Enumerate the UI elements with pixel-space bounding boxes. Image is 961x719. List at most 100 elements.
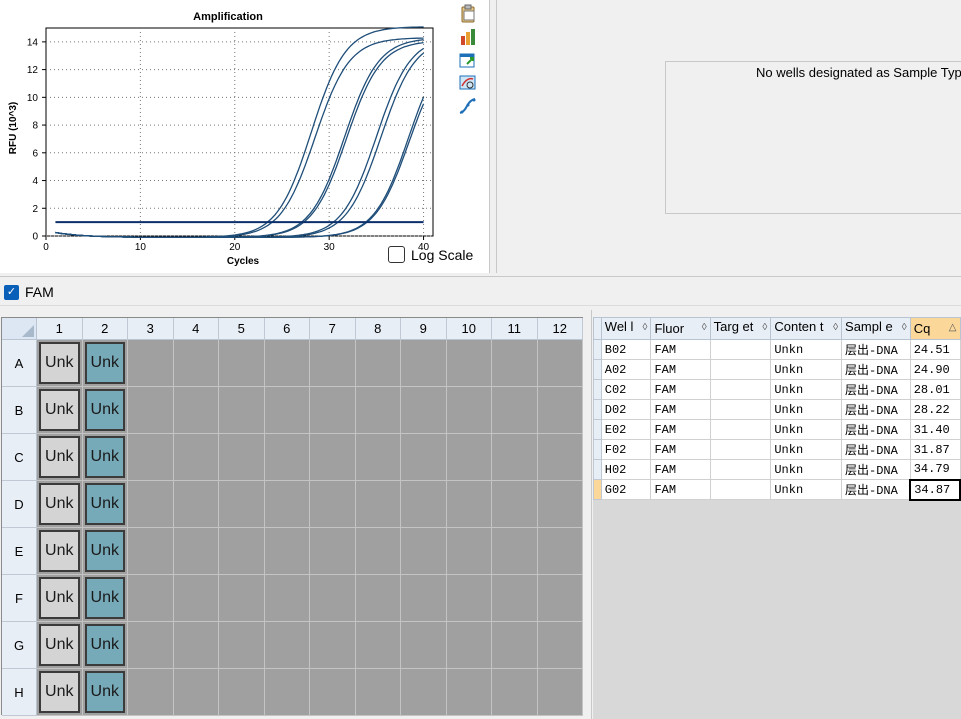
cell-fluor[interactable]: FAM [650, 339, 711, 360]
plate-well-E10[interactable] [446, 528, 492, 575]
log-scale-toggle[interactable]: Log Scale [388, 246, 473, 263]
column-header-sample[interactable]: Sampl e ◊ [841, 317, 911, 340]
row-selector[interactable] [593, 359, 602, 380]
plate-well-C10[interactable] [446, 434, 492, 481]
plate-well-H12[interactable] [537, 669, 583, 716]
cell-sample[interactable]: 层出-DNA [841, 419, 911, 440]
plate-well-A5[interactable] [219, 340, 265, 387]
log-scale-checkbox[interactable] [388, 246, 405, 263]
cell-fluor[interactable]: FAM [650, 399, 711, 420]
plate-well-G1[interactable]: Unk [37, 622, 83, 669]
cell-cq[interactable]: 28.01 [909, 379, 961, 400]
plate-well-G9[interactable] [401, 622, 447, 669]
plate-well-F10[interactable] [446, 575, 492, 622]
cell-cq[interactable]: 34.87 [909, 478, 961, 501]
panel-splitter[interactable] [490, 0, 497, 273]
plate-well-B9[interactable] [401, 387, 447, 434]
plate-well-D4[interactable] [173, 481, 219, 528]
plate-well-G7[interactable] [310, 622, 356, 669]
plate-well-B12[interactable] [537, 387, 583, 434]
plate-well-A11[interactable] [492, 340, 538, 387]
plate-column-header[interactable]: 4 [173, 318, 219, 340]
cell-target[interactable] [709, 419, 772, 440]
plate-well-B7[interactable] [310, 387, 356, 434]
plate-well-G2[interactable]: Unk [82, 622, 128, 669]
plate-well-B8[interactable] [355, 387, 401, 434]
cell-content[interactable]: Unkn [770, 339, 843, 360]
plate-well-H1[interactable]: Unk [37, 669, 83, 716]
plate-well-B1[interactable]: Unk [37, 387, 83, 434]
plate-well-G11[interactable] [492, 622, 538, 669]
plate-well-E9[interactable] [401, 528, 447, 575]
cell-content[interactable]: Unkn [770, 459, 843, 480]
plate-well-A1[interactable]: Unk [37, 340, 83, 387]
plate-well-G12[interactable] [537, 622, 583, 669]
cell-cq[interactable]: 24.90 [909, 359, 961, 380]
table-row[interactable]: F02 FAM Unkn 层出-DNA 31.87 [593, 439, 961, 460]
cell-target[interactable] [709, 359, 772, 380]
plate-row-header[interactable]: C [2, 434, 37, 481]
export-icon[interactable] [458, 50, 478, 70]
plate-column-header[interactable]: 11 [492, 318, 538, 340]
plate-well-H2[interactable]: Unk [82, 669, 128, 716]
plate-well-F2[interactable]: Unk [82, 575, 128, 622]
cell-target[interactable] [709, 439, 772, 460]
plate-well-D12[interactable] [537, 481, 583, 528]
table-row[interactable]: E02 FAM Unkn 层出-DNA 31.40 [593, 419, 961, 440]
plate-well-A12[interactable] [537, 340, 583, 387]
cell-sample[interactable]: 层出-DNA [841, 359, 911, 380]
cell-content[interactable]: Unkn [770, 399, 843, 420]
cell-well[interactable]: A02 [600, 359, 652, 380]
plate-well-A9[interactable] [401, 340, 447, 387]
plate-table-splitter[interactable] [584, 310, 592, 719]
curve-fit-icon[interactable] [458, 96, 478, 116]
plate-well-H8[interactable] [355, 669, 401, 716]
plate-well-F5[interactable] [219, 575, 265, 622]
plate-well-A2[interactable]: Unk [82, 340, 128, 387]
plate-well-B3[interactable] [128, 387, 174, 434]
cell-content[interactable]: Unkn [770, 439, 843, 460]
chart-settings-icon[interactable] [458, 27, 478, 47]
plate-well-C8[interactable] [355, 434, 401, 481]
plate-well-F11[interactable] [492, 575, 538, 622]
table-row[interactable]: D02 FAM Unkn 层出-DNA 28.22 [593, 399, 961, 420]
cell-cq[interactable]: 31.40 [909, 419, 961, 440]
cell-sample[interactable]: 层出-DNA [841, 399, 911, 420]
plate-well-D9[interactable] [401, 481, 447, 528]
table-row[interactable]: B02 FAM Unkn 层出-DNA 24.51 [593, 339, 961, 360]
cell-target[interactable] [709, 399, 772, 420]
plate-row-header[interactable]: A [2, 340, 37, 387]
plate-well-E1[interactable]: Unk [37, 528, 83, 575]
cell-fluor[interactable]: FAM [650, 459, 711, 480]
plate-well-F6[interactable] [264, 575, 310, 622]
plate-well-A10[interactable] [446, 340, 492, 387]
plate-well-F3[interactable] [128, 575, 174, 622]
cell-well[interactable]: D02 [600, 399, 652, 420]
cell-content[interactable]: Unkn [770, 479, 843, 500]
plate-well-B6[interactable] [264, 387, 310, 434]
plate-well-E7[interactable] [310, 528, 356, 575]
column-header-well[interactable]: Wel l ◊ [600, 317, 652, 340]
table-row[interactable]: C02 FAM Unkn 层出-DNA 28.01 [593, 379, 961, 400]
table-row[interactable]: A02 FAM Unkn 层出-DNA 24.90 [593, 359, 961, 380]
plate-row-header[interactable]: F [2, 575, 37, 622]
plate-well-A3[interactable] [128, 340, 174, 387]
row-selector[interactable] [593, 379, 602, 400]
plate-column-header[interactable]: 9 [401, 318, 447, 340]
plate-well-D8[interactable] [355, 481, 401, 528]
plate-column-header[interactable]: 5 [219, 318, 265, 340]
plate-well-A6[interactable] [264, 340, 310, 387]
plate-well-E11[interactable] [492, 528, 538, 575]
plate-well-D11[interactable] [492, 481, 538, 528]
plate-well-D2[interactable]: Unk [82, 481, 128, 528]
row-selector[interactable] [593, 439, 602, 460]
plate-well-F7[interactable] [310, 575, 356, 622]
plate-well-C2[interactable]: Unk [82, 434, 128, 481]
plate-well-A7[interactable] [310, 340, 356, 387]
plate-well-E12[interactable] [537, 528, 583, 575]
plate-row-header[interactable]: E [2, 528, 37, 575]
plate-well-G10[interactable] [446, 622, 492, 669]
plate-well-C5[interactable] [219, 434, 265, 481]
plate-well-C3[interactable] [128, 434, 174, 481]
plate-well-E5[interactable] [219, 528, 265, 575]
